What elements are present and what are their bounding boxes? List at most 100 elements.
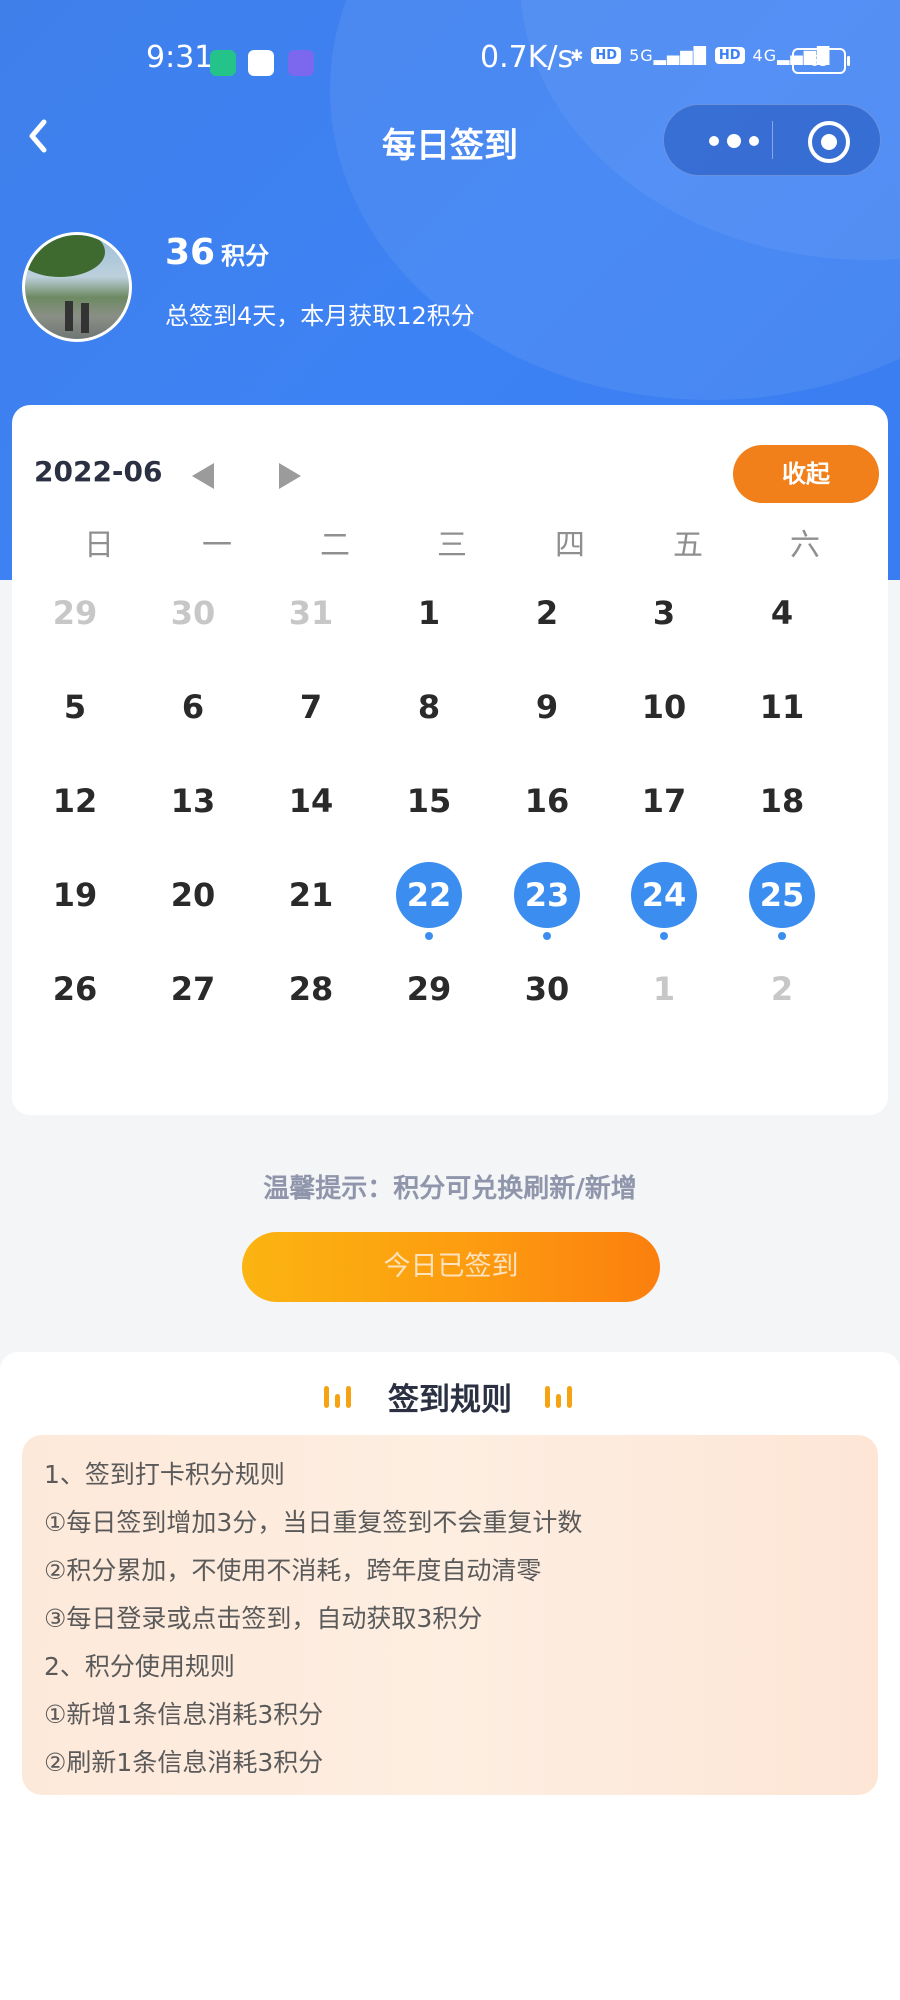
day-number: 4 [770,594,794,632]
calendar-day[interactable]: 7 [252,674,370,768]
prev-month-button[interactable] [192,463,214,489]
signal-5g: 5G▂▄▆█ [629,46,707,65]
day-number: 26 [52,970,98,1008]
more-dots-icon [709,134,759,148]
calendar-day[interactable]: 12 [16,768,134,862]
calendar-day[interactable]: 29 [370,956,488,1050]
calendar-day[interactable]: 10 [605,674,723,768]
rule-line: ③每日登录或点击签到，自动获取3积分 [44,1604,483,1633]
user-summary: 36 积分 总签到4天，本月获取12积分 [22,232,882,342]
next-month-button[interactable] [279,463,301,489]
calendar-day[interactable]: 30 [488,956,606,1050]
signed-dot-icon [660,932,668,940]
calendar-day[interactable]: 8 [370,674,488,768]
day-number: 6 [181,688,205,726]
day-number: 17 [641,782,687,820]
calendar-day[interactable]: 6 [134,674,252,768]
day-number: 1 [417,594,441,632]
calendar-day[interactable]: 5 [16,674,134,768]
day-number: 9 [535,688,559,726]
day-number: 7 [299,688,323,726]
day-number: 8 [417,688,441,726]
day-number: 2 [535,594,559,632]
calendar-day[interactable]: 2 [723,956,841,1050]
calendar-day[interactable]: 17 [605,768,723,862]
calendar-day[interactable]: 15 [370,768,488,862]
calendar-day[interactable]: 16 [488,768,606,862]
status-bar: 9:31 0.7K/s ✱ HD 5G▂▄▆█ HD 4G▂▄▆█ 63 [0,40,900,84]
calendar-day[interactable]: 3 [605,580,723,674]
calendar-day[interactable]: 1 [605,956,723,1050]
day-number: 1 [652,970,676,1008]
day-number: 2 [770,970,794,1008]
signed-dot-icon [425,932,433,940]
rules-box: 1、签到打卡积分规则 ①每日签到增加3分，当日重复签到不会重复计数 ②积分累加，… [22,1435,878,1795]
avatar [22,232,132,342]
calendar-day[interactable]: 31 [252,580,370,674]
calendar-day[interactable]: 14 [252,768,370,862]
calendar-day[interactable]: 19 [16,862,134,956]
weekday-label: 二 [320,528,350,563]
title-decoration-icon [545,1382,581,1408]
day-number: 30 [524,970,570,1008]
close-button[interactable] [808,121,850,163]
weekday-label: 五 [673,528,703,563]
day-number: 20 [170,876,216,914]
points-unit: 积分 [221,242,270,270]
calendar-day[interactable]: 21 [252,862,370,956]
navigation-bar: 每日签到 [0,100,900,180]
calendar-day[interactable]: 9 [488,674,606,768]
weekday-label: 六 [790,528,820,563]
calendar-day[interactable]: 30 [134,580,252,674]
rules-title: 签到规则 [388,1382,512,1418]
weekday-row: 日 一 二 三 四 五 六 [12,520,888,570]
calendar-day[interactable]: 18 [723,768,841,862]
calendar-day-signed[interactable]: 24 [605,862,723,956]
current-month: 2022-06 [34,455,163,488]
signed-today-button[interactable]: 今日已签到 [242,1232,660,1302]
calendar-day[interactable]: 11 [723,674,841,768]
calendar-day[interactable]: 27 [134,956,252,1050]
day-number: 15 [406,782,452,820]
calendar-day[interactable]: 4 [723,580,841,674]
calendar-day-signed[interactable]: 22 [370,862,488,956]
rules-card: 签到规则 1、签到打卡积分规则 ①每日签到增加3分，当日重复签到不会重复计数 ②… [0,1352,900,2000]
day-number: 31 [288,594,334,632]
day-number: 13 [170,782,216,820]
signed-dot-icon [778,932,786,940]
rule-line: 2、积分使用规则 [44,1652,235,1681]
day-number: 14 [288,782,334,820]
calendar-day[interactable]: 20 [134,862,252,956]
signed-dot-icon [543,932,551,940]
capsule-divider [772,121,773,159]
day-number: 10 [641,688,687,726]
day-number: 18 [759,782,805,820]
day-number: 16 [524,782,570,820]
day-number: 23 [514,862,580,928]
calendar-day-signed[interactable]: 25 [723,862,841,956]
paw-app-icon [248,50,274,76]
hd-badge: HD [714,47,745,64]
day-number: 28 [288,970,334,1008]
calendar-day[interactable]: 26 [16,956,134,1050]
day-number: 22 [396,862,462,928]
day-number: 3 [652,594,676,632]
day-number: 29 [406,970,452,1008]
calendar-day[interactable]: 29 [16,580,134,674]
calendar-day-signed[interactable]: 23 [488,862,606,956]
more-button[interactable] [694,105,774,175]
calendar-day[interactable]: 28 [252,956,370,1050]
rule-line: ②积分累加，不使用不消耗，跨年度自动清零 [44,1556,542,1585]
calendar-day[interactable]: 2 [488,580,606,674]
weekday-label: 日 [84,528,114,563]
points-value: 36 [165,232,216,273]
rule-line: ①新增1条信息消耗3积分 [44,1700,324,1729]
collapse-button[interactable]: 收起 [733,445,879,503]
calendar-day[interactable]: 13 [134,768,252,862]
weekday-label: 四 [555,528,585,563]
day-number: 25 [749,862,815,928]
day-number: 29 [52,594,98,632]
rule-line: ②刷新1条信息消耗3积分 [44,1748,324,1777]
status-time: 9:31 [146,40,214,75]
calendar-day[interactable]: 1 [370,580,488,674]
